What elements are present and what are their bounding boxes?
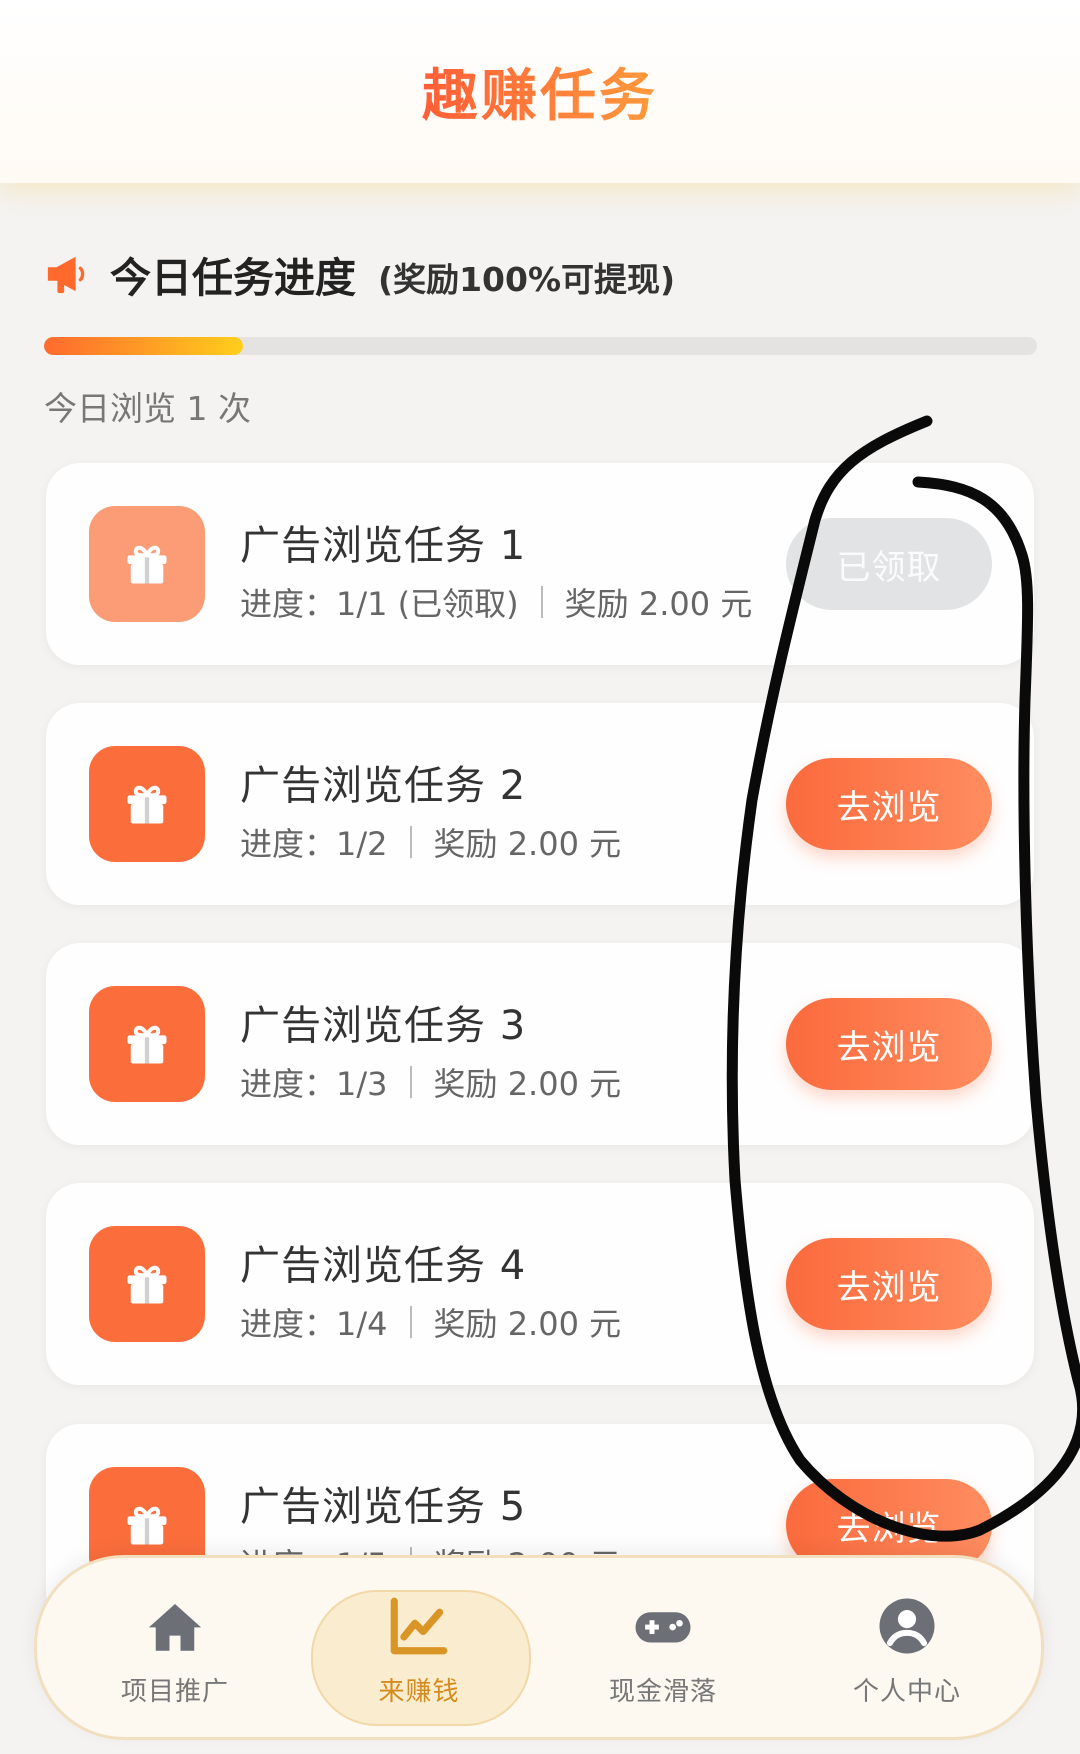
task-card: 广告浏览任务 2 进度：1/2 奖励 2.00 元 去浏览 bbox=[46, 703, 1034, 905]
task-meta: 进度：1/4 奖励 2.00 元 bbox=[240, 1299, 621, 1345]
home-icon bbox=[148, 1604, 202, 1651]
task-reward: 奖励 2.00 元 bbox=[433, 825, 622, 863]
progress-section-subtitle: (奖励100%可提现) bbox=[378, 260, 676, 299]
gift-icon-badge bbox=[89, 506, 205, 622]
browse-button[interactable]: 去浏览 bbox=[786, 998, 992, 1090]
gift-icon-badge bbox=[89, 1226, 205, 1342]
meta-divider bbox=[540, 586, 543, 618]
task-title: 广告浏览任务 3 bbox=[240, 1003, 527, 1049]
progress-section-header: 今日任务进度 (奖励100%可提现) bbox=[44, 244, 675, 304]
task-progress: 进度：1/2 bbox=[240, 825, 388, 863]
task-title: 广告浏览任务 1 bbox=[240, 523, 527, 569]
today-browse-count: 今日浏览 1 次 bbox=[44, 389, 251, 428]
browse-button[interactable]: 去浏览 bbox=[786, 758, 992, 850]
trend-chart-icon bbox=[390, 1597, 448, 1655]
gift-icon bbox=[127, 1025, 167, 1064]
daily-progress-fill bbox=[44, 337, 243, 355]
task-card: 广告浏览任务 3 进度：1/3 奖励 2.00 元 去浏览 bbox=[46, 943, 1034, 1145]
task-card: 广告浏览任务 1 进度：1/1 (已领取) 奖励 2.00 元 已领取 bbox=[46, 463, 1034, 665]
bottom-nav: 项目推广 来赚钱 现金滑落 个人中心 bbox=[34, 1555, 1044, 1740]
nav-label: 项目推广 bbox=[120, 1677, 229, 1707]
nav-label: 现金滑落 bbox=[608, 1677, 717, 1707]
gift-icon bbox=[127, 1506, 167, 1545]
task-reward: 奖励 2.00 元 bbox=[433, 1065, 622, 1103]
task-reward: 奖励 2.00 元 bbox=[564, 585, 753, 623]
task-meta: 进度：1/1 (已领取) 奖励 2.00 元 bbox=[240, 579, 752, 625]
megaphone-icon bbox=[47, 256, 85, 294]
task-meta: 进度：1/2 奖励 2.00 元 bbox=[240, 819, 621, 865]
gamepad-icon bbox=[635, 1612, 691, 1643]
task-title: 广告浏览任务 5 bbox=[240, 1484, 527, 1530]
task-reward: 奖励 2.00 元 bbox=[433, 1305, 622, 1343]
nav-item-profile[interactable]: 个人中心 bbox=[797, 1558, 1017, 1743]
page-title: 趣赚任务 bbox=[422, 51, 658, 132]
progress-section-title: 今日任务进度 bbox=[110, 254, 356, 302]
task-meta: 进度：1/3 奖励 2.00 元 bbox=[240, 1059, 621, 1105]
daily-progress-bar bbox=[44, 337, 1037, 355]
nav-item-project-promotion[interactable]: 项目推广 bbox=[65, 1558, 285, 1743]
task-title: 广告浏览任务 2 bbox=[240, 763, 527, 809]
nav-item-earn-money[interactable]: 来赚钱 bbox=[309, 1558, 529, 1743]
task-card: 广告浏览任务 4 进度：1/4 奖励 2.00 元 去浏览 bbox=[46, 1183, 1034, 1385]
task-title: 广告浏览任务 4 bbox=[240, 1243, 527, 1289]
gift-icon bbox=[127, 545, 167, 584]
app-header: 趣赚任务 bbox=[0, 0, 1080, 183]
nav-item-cash-drop[interactable]: 现金滑落 bbox=[553, 1558, 773, 1743]
nav-label: 来赚钱 bbox=[378, 1677, 460, 1707]
nav-label: 个人中心 bbox=[852, 1677, 961, 1707]
gift-icon-badge bbox=[89, 986, 205, 1102]
gift-icon bbox=[127, 1265, 167, 1304]
user-icon bbox=[879, 1598, 935, 1654]
gift-icon-badge bbox=[89, 746, 205, 862]
task-progress: 进度：1/3 bbox=[240, 1065, 388, 1103]
task-progress: 进度：1/4 bbox=[240, 1305, 388, 1343]
task-progress: 进度：1/1 (已领取) bbox=[240, 585, 519, 623]
meta-divider bbox=[409, 1066, 412, 1098]
claimed-button[interactable]: 已领取 bbox=[786, 518, 992, 610]
meta-divider bbox=[409, 1306, 412, 1338]
browse-button[interactable]: 去浏览 bbox=[786, 1238, 992, 1330]
gift-icon bbox=[127, 785, 167, 824]
meta-divider bbox=[409, 826, 412, 858]
